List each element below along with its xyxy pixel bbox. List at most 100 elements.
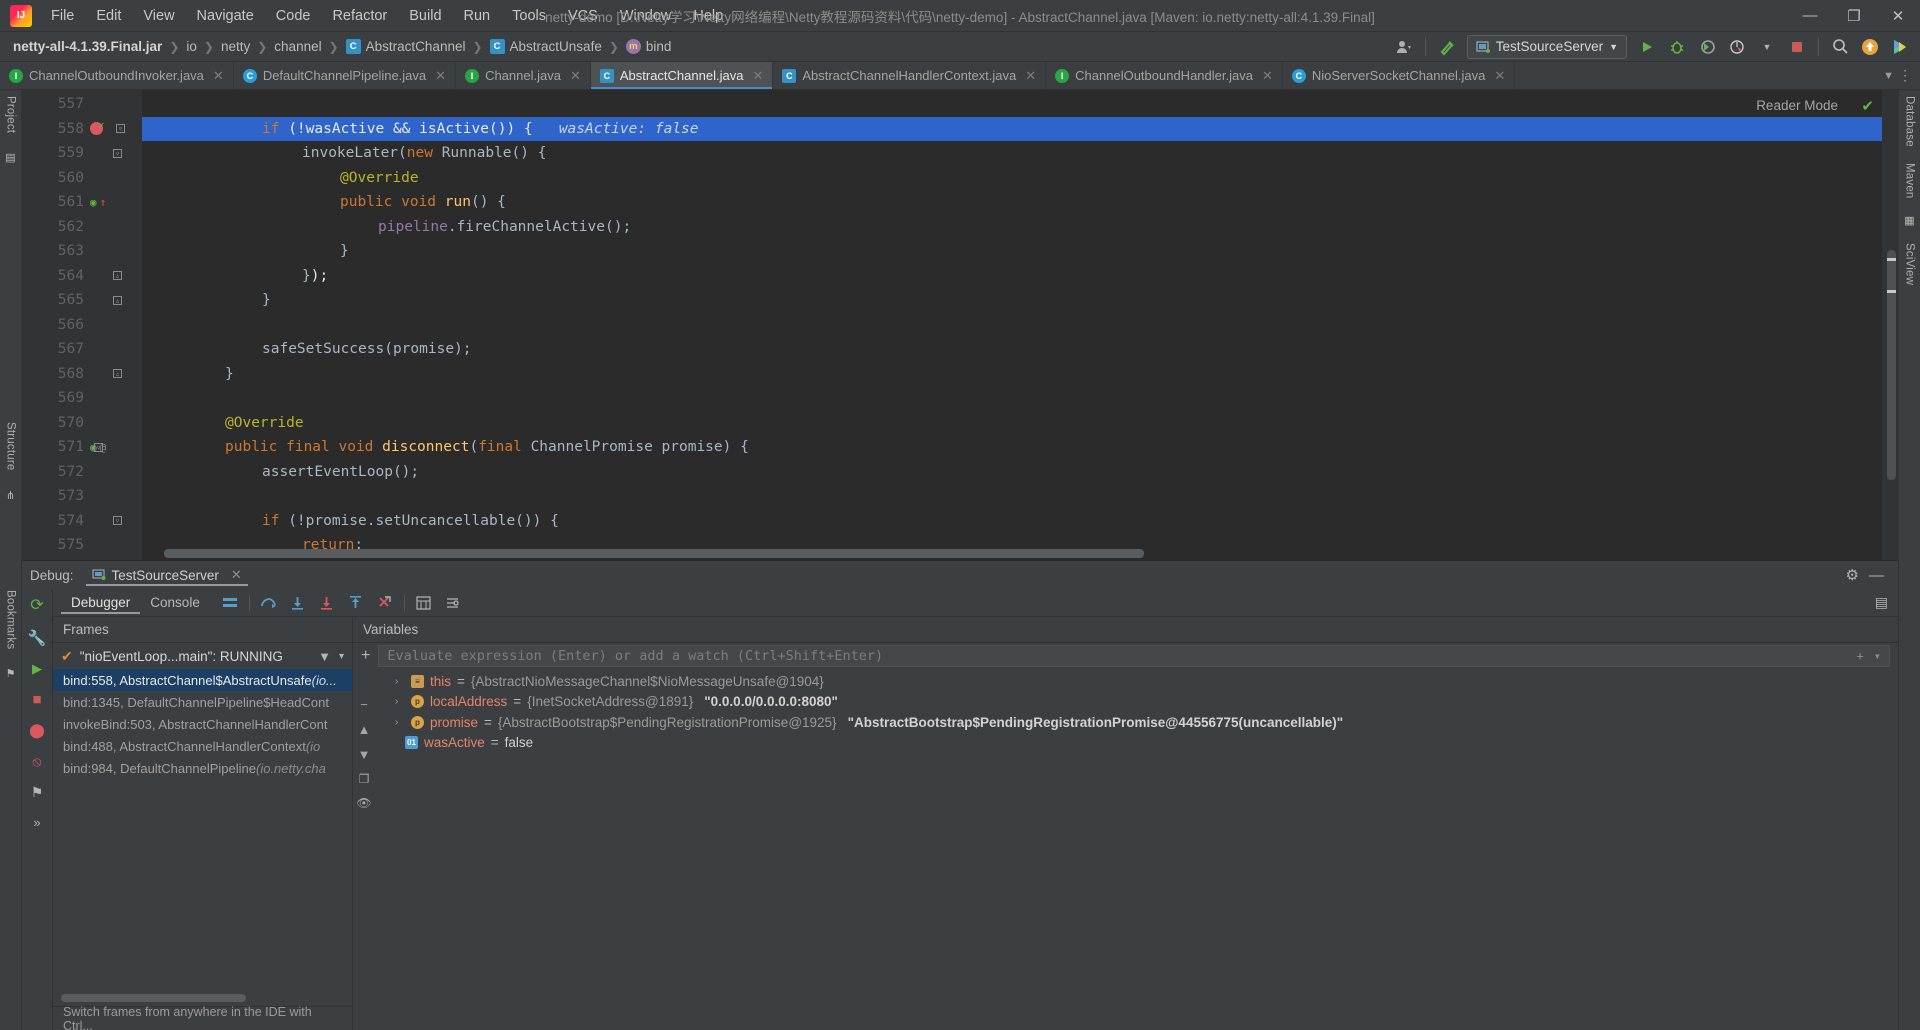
frame-row[interactable]: bind:488, AbstractChannelHandlerContext … <box>53 735 352 757</box>
override-arrow-icon[interactable]: ↑ <box>100 196 107 209</box>
frame-row[interactable]: invokeBind:503, AbstractChannelHandlerCo… <box>53 713 352 735</box>
tab-abstractchannelhandlercontext[interactable]: C AbstractChannelHandlerContext.java ✕ <box>773 62 1047 89</box>
chevron-down-icon[interactable]: ▾ <box>1874 649 1881 663</box>
code-line-570[interactable]: @Override <box>142 411 1882 436</box>
tab-abstractchannel[interactable]: C AbstractChannel.java ✕ <box>590 62 774 89</box>
code-line-568[interactable]: } <box>142 362 1882 387</box>
code-line-562[interactable]: pipeline .fireChannelActive(); <box>142 215 1882 240</box>
step-out-icon[interactable] <box>346 593 366 613</box>
breadcrumb-jar[interactable]: netty-all-4.1.39.Final.jar <box>10 37 165 56</box>
settings-icon[interactable] <box>443 593 463 613</box>
coverage-button[interactable] <box>1693 35 1721 59</box>
debug-session-tab[interactable]: TestSourceServer ✕ <box>86 564 248 586</box>
menu-file[interactable]: File <box>40 3 85 29</box>
close-icon[interactable]: ✕ <box>213 68 224 84</box>
menu-build[interactable]: Build <box>398 3 452 29</box>
variable-row-localaddress[interactable]: › p localAddress = {InetSocketAddress@18… <box>375 692 1898 713</box>
code-line-559[interactable]: invokeLater(new Runnable() { <box>142 141 1882 166</box>
run-button[interactable] <box>1633 35 1661 59</box>
inspection-ok-icon[interactable]: ✔ <box>1861 97 1874 115</box>
breadcrumb-netty[interactable]: netty <box>218 37 253 56</box>
close-icon[interactable]: ✕ <box>752 68 763 84</box>
expand-chevron-icon[interactable]: › <box>395 717 405 728</box>
code-line-571[interactable]: public final void disconnect(final Chann… <box>142 435 1882 460</box>
close-button[interactable]: ✕ <box>1876 0 1920 31</box>
resume-icon[interactable]: ▶ <box>32 661 42 677</box>
step-over-icon[interactable] <box>259 593 279 613</box>
drop-frame-icon[interactable] <box>375 593 395 613</box>
project-files-icon[interactable]: ▤ <box>5 151 15 164</box>
add-watch-icon[interactable]: + <box>361 647 370 665</box>
implementing-method-icon[interactable]: ◉ <box>90 196 97 209</box>
layout-settings-icon[interactable]: ▤ <box>1875 594 1888 611</box>
menu-window[interactable]: Window <box>609 3 683 29</box>
frames-horizontal-scrollbar[interactable] <box>61 994 246 1002</box>
pin-icon[interactable]: ⚑ <box>31 784 44 801</box>
reader-mode-label[interactable]: Reader Mode <box>1756 98 1838 113</box>
more-options-icon[interactable]: ⋮ <box>1898 67 1912 84</box>
expand-chevron-icon[interactable]: › <box>395 676 405 687</box>
hammer-icon[interactable] <box>1433 35 1461 59</box>
menu-edit[interactable]: Edit <box>85 3 132 29</box>
code-line-574[interactable]: if (!promise.setUncancellable()) { <box>142 509 1882 534</box>
sidebar-item-maven[interactable]: Maven <box>1904 163 1916 199</box>
evaluate-expression-input[interactable]: Evaluate expression (Enter) or add a wat… <box>378 645 1890 667</box>
close-icon[interactable]: ✕ <box>1262 68 1273 84</box>
code-line-573[interactable] <box>142 484 1882 509</box>
code-line-561[interactable]: public void run() { <box>142 190 1882 215</box>
menu-refactor[interactable]: Refactor <box>321 3 398 29</box>
fold-marker-icon[interactable]: ▿ <box>94 442 103 452</box>
frame-row[interactable]: bind:558, AbstractChannel$AbstractUnsafe… <box>53 669 352 691</box>
evaluate-expression-icon[interactable] <box>414 593 434 613</box>
close-icon[interactable]: ✕ <box>1494 68 1505 84</box>
code-line-567[interactable]: safeSetSuccess(promise); <box>142 337 1882 362</box>
fold-marker-icon[interactable]: ▿ <box>113 148 122 158</box>
code-line[interactable] <box>142 92 1882 117</box>
scrollbar-thumb[interactable] <box>1887 250 1896 480</box>
close-icon[interactable]: ✕ <box>231 567 242 583</box>
variable-row-this[interactable]: › ≡ this = {AbstractNioMessageChannel$Ni… <box>375 671 1898 692</box>
remove-watch-icon[interactable]: − <box>360 697 368 712</box>
eye-icon[interactable]: 👁 <box>356 796 371 810</box>
breadcrumb-io[interactable]: io <box>183 37 200 56</box>
variable-row-wasactive[interactable]: 01 wasActive = false <box>375 733 1898 754</box>
editor-gutter[interactable]: 557 558 ▿ 559 ▿ 560 561 ◉↑ 562 563 564 ▵… <box>22 90 142 560</box>
user-icon[interactable] <box>1390 35 1418 59</box>
rainbow-icon[interactable] <box>1886 35 1914 59</box>
frames-list[interactable]: bind:558, AbstractChannel$AbstractUnsafe… <box>53 669 352 1006</box>
sidebar-item-database[interactable]: Database <box>1904 96 1916 147</box>
variable-row-promise[interactable]: › p promise = {AbstractBootstrap$Pending… <box>375 712 1898 733</box>
settings-gear-icon[interactable]: ⚙ <box>1846 566 1859 584</box>
sidebar-item-project[interactable]: Project <box>5 96 17 133</box>
editor-horizontal-scrollbar[interactable] <box>164 549 1144 558</box>
menu-vcs[interactable]: VCS <box>557 3 609 29</box>
expand-chevron-icon[interactable]: › <box>395 696 405 707</box>
rerun-icon[interactable]: ⟳ <box>30 595 43 615</box>
code-editor[interactable]: 557 558 ▿ 559 ▿ 560 561 ◉↑ 562 563 564 ▵… <box>22 90 1898 560</box>
sidebar-item-sciview[interactable]: SciView <box>1904 243 1916 285</box>
tab-channeloutboundhandler[interactable]: I ChannelOutboundHandler.java ✕ <box>1046 62 1283 89</box>
sidebar-item-structure[interactable]: Structure <box>5 422 17 470</box>
variables-list[interactable]: › ≡ this = {AbstractNioMessageChannel$Ni… <box>375 669 1898 1030</box>
view-breakpoints-icon[interactable]: ⦸ <box>32 753 41 770</box>
code-line-560[interactable]: @Override <box>142 166 1882 191</box>
close-icon[interactable]: ✕ <box>1025 68 1036 84</box>
menu-help[interactable]: Help <box>682 3 734 29</box>
frame-row[interactable]: bind:984, DefaultChannelPipeline (io.net… <box>53 757 352 779</box>
breadcrumb-abstractunsafe[interactable]: C AbstractUnsafe <box>487 37 605 56</box>
debug-button[interactable] <box>1663 35 1691 59</box>
menu-run[interactable]: Run <box>453 3 502 29</box>
grid-icon[interactable]: ▦ <box>1904 214 1914 227</box>
minimize-panel-icon[interactable]: — <box>1869 567 1884 584</box>
menu-tools[interactable]: Tools <box>501 3 557 29</box>
code-line-564[interactable]: }); <box>142 264 1882 289</box>
fold-marker-icon[interactable]: ▵ <box>113 369 122 379</box>
tab-debugger[interactable]: Debugger <box>61 591 140 614</box>
move-up-icon[interactable]: ▲ <box>358 722 371 737</box>
layout-icon[interactable] <box>220 593 240 613</box>
editor-scrollbar[interactable] <box>1882 90 1898 560</box>
chevron-down-icon[interactable]: ▼ <box>1883 70 1894 82</box>
minimize-button[interactable]: — <box>1788 0 1832 31</box>
settings-wrench-icon[interactable]: 🔧 <box>28 629 47 647</box>
frame-row[interactable]: bind:1345, DefaultChannelPipeline$HeadCo… <box>53 691 352 713</box>
